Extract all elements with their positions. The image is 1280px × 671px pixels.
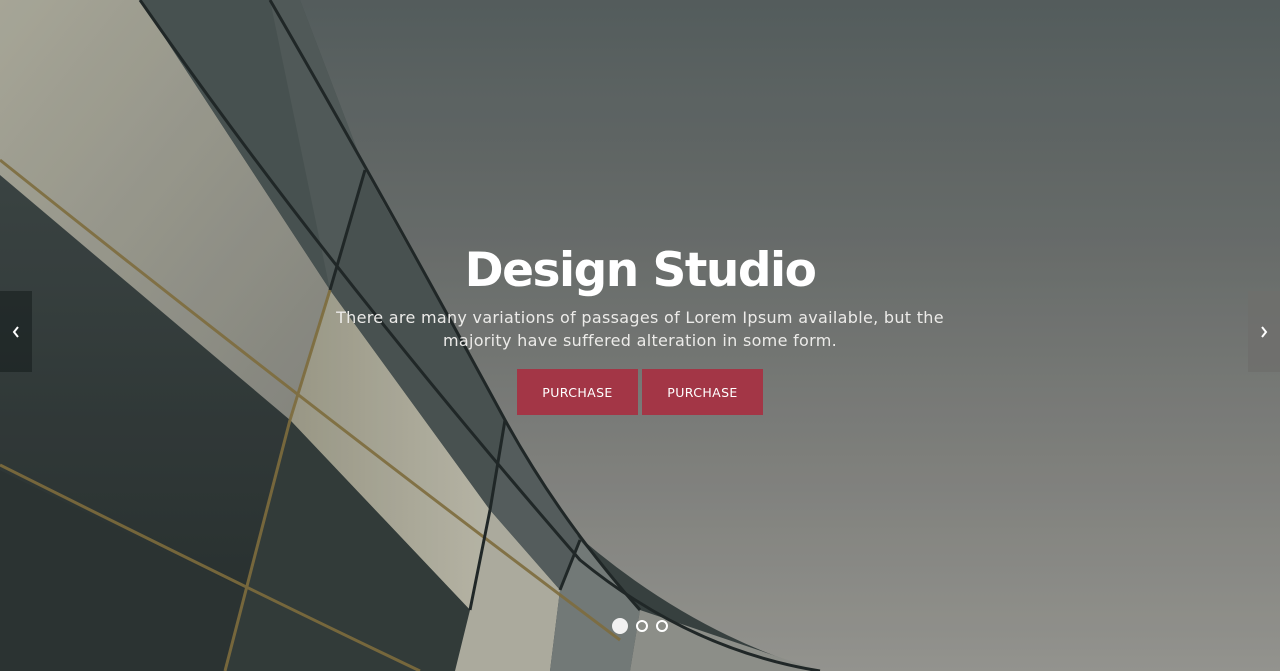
hero-slider: Design Studio There are many variations … bbox=[0, 0, 1280, 671]
slide-indicators bbox=[0, 618, 1280, 634]
hero-subtitle: There are many variations of passages of… bbox=[336, 308, 944, 350]
slide-dot-2[interactable] bbox=[636, 620, 648, 632]
purchase-button-secondary[interactable]: PURCHASE bbox=[642, 369, 763, 415]
hero-actions: PURCHASE PURCHASE bbox=[0, 369, 1280, 415]
slide-dot-3[interactable] bbox=[656, 620, 668, 632]
hero-title: Design Studio bbox=[464, 243, 817, 298]
slide-dot-1[interactable] bbox=[612, 618, 628, 634]
purchase-button[interactable]: PURCHASE bbox=[517, 369, 638, 415]
hero-content: Design Studio There are many variations … bbox=[0, 240, 1280, 415]
